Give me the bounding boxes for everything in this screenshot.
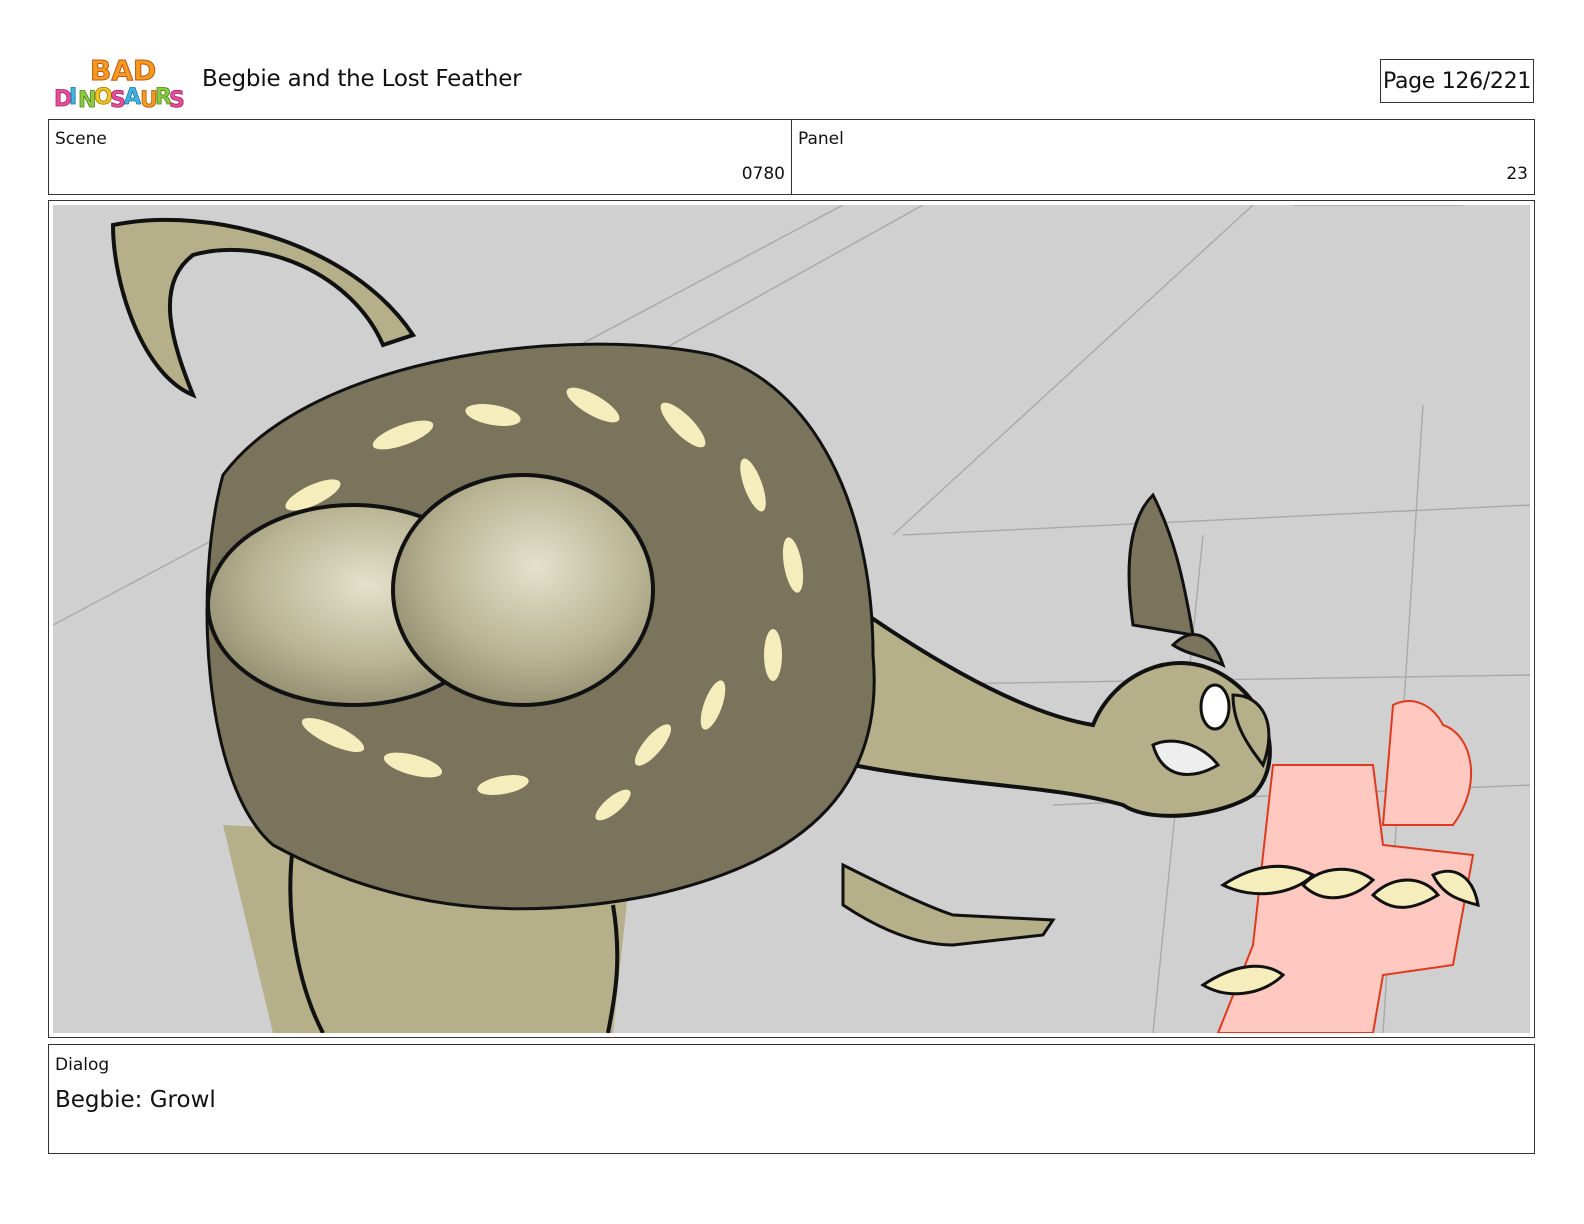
storyboard-title: Begbie and the Lost Feather [202,66,522,92]
dialog-box: Dialog Begbie: Growl [48,1044,1535,1154]
panel-label: Panel [798,129,844,149]
scene-number: 0780 [741,164,785,184]
scene-label: Scene [55,129,107,149]
right-rear-sphere [391,473,655,707]
panel-cell: Panel 23 [791,120,1534,194]
svg-text:BAD: BAD [90,54,156,87]
svg-text:A: A [124,85,141,110]
scene-panel-row: Scene 0780 Panel 23 [48,119,1535,195]
dialog-label: Dialog [55,1055,110,1075]
storyboard-panel-image [53,205,1530,1033]
scene-cell: Scene 0780 [49,120,791,194]
panel-number: 23 [1506,164,1528,184]
bad-dinosaurs-logo: BAD D I N O S A U R S [54,54,184,112]
svg-text:S: S [169,88,184,112]
page-number: Page 126/221 [1380,59,1534,103]
dialog-text: Begbie: Growl [55,1087,216,1113]
svg-text:I: I [69,85,77,110]
storyboard-panel-frame [48,200,1535,1038]
eye [1199,683,1231,731]
